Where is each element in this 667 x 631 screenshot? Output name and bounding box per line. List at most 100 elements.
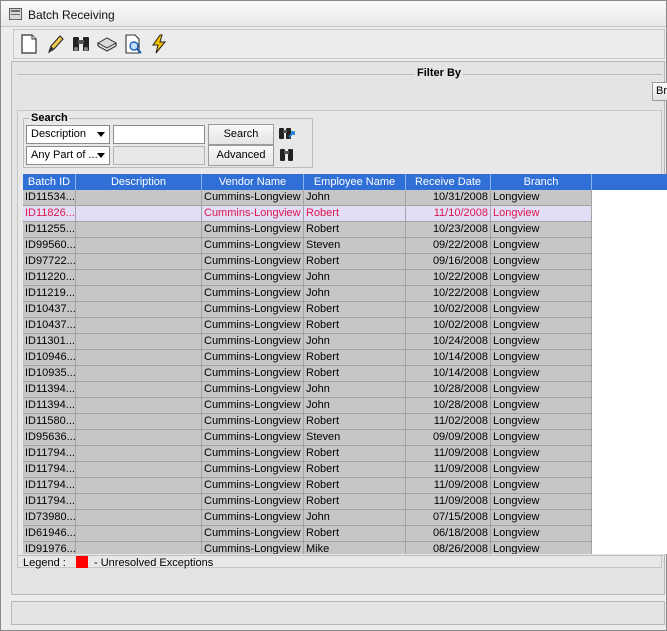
table-row[interactable]: ID11794... Cummins-Longview Robert 11/09/20… — [23, 462, 592, 478]
cell-branch: Longview — [491, 398, 592, 414]
cell-vendor-name: Cummins-Longview — [202, 542, 304, 554]
cell-batch-id: ID11794... — [23, 478, 76, 494]
table-row[interactable]: ID73980... Cummins-Longview John 07/15/2008… — [23, 510, 592, 526]
table-row[interactable]: ID10946... Cummins-Longview Robert 10/14/20… — [23, 350, 592, 366]
cell-vendor-name: Cummins-Longview — [202, 414, 304, 430]
cell-receive-date: 10/22/2008 — [406, 270, 491, 286]
cell-employee-name: John — [304, 286, 406, 302]
cell-description — [76, 478, 202, 494]
cell-branch: Longview — [491, 526, 592, 542]
cell-batch-id: ID91976... — [23, 542, 76, 554]
cell-receive-date: 09/22/2008 — [406, 238, 491, 254]
binoculars-arrow-icon[interactable] — [278, 125, 296, 143]
table-row[interactable]: ID10935... Cummins-Longview Robert 10/14/20… — [23, 366, 592, 382]
cell-batch-id: ID11826... — [23, 206, 76, 222]
receive-stack-icon[interactable] — [96, 33, 118, 55]
cell-receive-date: 10/28/2008 — [406, 398, 491, 414]
cell-branch: Longview — [491, 414, 592, 430]
cell-employee-name: Steven — [304, 238, 406, 254]
column-header-employee-name[interactable]: Employee Name — [304, 174, 406, 190]
table-row[interactable]: ID10437... Cummins-Longview Robert 10/02/20… — [23, 318, 592, 334]
column-header-batch-id[interactable]: Batch ID — [23, 174, 76, 190]
cell-description — [76, 334, 202, 350]
table-row[interactable]: ID97722... Cummins-Longview Robert 09/16/20… — [23, 254, 592, 270]
cell-description — [76, 382, 202, 398]
cell-receive-date: 06/18/2008 — [406, 526, 491, 542]
binoculars-icon[interactable] — [70, 33, 92, 55]
binoculars-icon[interactable] — [278, 146, 296, 164]
toolbar — [13, 29, 665, 59]
cell-branch: Longview — [491, 302, 592, 318]
advanced-button[interactable]: Advanced — [208, 145, 274, 166]
cell-description — [76, 398, 202, 414]
cell-vendor-name: Cummins-Longview — [202, 446, 304, 462]
cell-branch: Longview — [491, 366, 592, 382]
cell-branch: Longview — [491, 462, 592, 478]
table-row[interactable]: ID11394... Cummins-Longview John 10/28/2008… — [23, 398, 592, 414]
cell-batch-id: ID11534... — [23, 190, 76, 206]
cell-receive-date: 11/09/2008 — [406, 494, 491, 510]
cell-receive-date: 10/31/2008 — [406, 190, 491, 206]
cell-batch-id: ID11794... — [23, 494, 76, 510]
cell-receive-date: 10/28/2008 — [406, 382, 491, 398]
cell-description — [76, 270, 202, 286]
cell-description — [76, 286, 202, 302]
cell-vendor-name: Cummins-Longview — [202, 254, 304, 270]
search-field-select[interactable]: Description — [26, 125, 110, 144]
table-row[interactable]: ID11534... Cummins-Longview John 10/31/2008… — [23, 190, 592, 206]
branch-filter-button[interactable]: Br — [652, 82, 667, 101]
cell-description — [76, 446, 202, 462]
cell-batch-id: ID11301... — [23, 334, 76, 350]
lightning-icon[interactable] — [148, 33, 170, 55]
match-mode-select[interactable]: Any Part of ... — [26, 146, 110, 165]
table-row[interactable]: ID10437... Cummins-Longview Robert 10/02/20… — [23, 302, 592, 318]
table-row[interactable]: ID11826... Cummins-Longview Robert 11/10/20… — [23, 206, 592, 222]
batch-grid: Batch ID Description Vendor Name Employe… — [23, 174, 667, 554]
table-row[interactable]: ID11580... Cummins-Longview Robert 11/02/20… — [23, 414, 592, 430]
search-group: Search Description Search Any Part of ..… — [23, 112, 313, 168]
filter-divider — [17, 74, 662, 75]
table-row[interactable]: ID11394... Cummins-Longview John 10/28/2008… — [23, 382, 592, 398]
table-row[interactable]: ID99560... Cummins-Longview Steven 09/22/20… — [23, 238, 592, 254]
cell-batch-id: ID61946... — [23, 526, 76, 542]
cell-description — [76, 542, 202, 554]
column-header-branch[interactable]: Branch — [491, 174, 592, 190]
table-row[interactable]: ID11220... Cummins-Longview John 10/22/2008… — [23, 270, 592, 286]
search-button[interactable]: Search — [208, 124, 274, 145]
cell-branch: Longview — [491, 478, 592, 494]
cell-description — [76, 206, 202, 222]
cell-receive-date: 10/14/2008 — [406, 366, 491, 382]
table-row[interactable]: ID61946... Cummins-Longview Robert 06/18/20… — [23, 526, 592, 542]
column-header-vendor-name[interactable]: Vendor Name — [202, 174, 304, 190]
table-row[interactable]: ID95636... Cummins-Longview Steven 09/09/20… — [23, 430, 592, 446]
table-row[interactable]: ID91976... Cummins-Longview Mike 08/26/2008… — [23, 542, 592, 554]
new-icon[interactable] — [18, 33, 40, 55]
cell-employee-name: Robert — [304, 302, 406, 318]
cell-description — [76, 302, 202, 318]
cell-receive-date: 11/10/2008 — [406, 206, 491, 222]
cell-vendor-name: Cummins-Longview — [202, 350, 304, 366]
column-header-description[interactable]: Description — [76, 174, 202, 190]
table-row[interactable]: ID11255... Cummins-Longview Robert 10/23/20… — [23, 222, 592, 238]
table-row[interactable]: ID11301... Cummins-Longview John 10/24/2008… — [23, 334, 592, 350]
table-row[interactable]: ID11794... Cummins-Longview Robert 11/09/20… — [23, 478, 592, 494]
table-row[interactable]: ID11794... Cummins-Longview Robert 11/09/20… — [23, 446, 592, 462]
table-row[interactable]: ID11794... Cummins-Longview Robert 11/09/20… — [23, 494, 592, 510]
cell-employee-name: John — [304, 510, 406, 526]
cell-receive-date: 10/02/2008 — [406, 302, 491, 318]
cell-employee-name: John — [304, 270, 406, 286]
column-header-receive-date[interactable]: Receive Date — [406, 174, 491, 190]
table-row[interactable]: ID11219... Cummins-Longview John 10/22/2008… — [23, 286, 592, 302]
cell-vendor-name: Cummins-Longview — [202, 302, 304, 318]
print-preview-icon[interactable] — [122, 33, 144, 55]
cell-employee-name: John — [304, 382, 406, 398]
search-input[interactable] — [113, 125, 205, 144]
cell-branch: Longview — [491, 238, 592, 254]
cell-employee-name: Robert — [304, 206, 406, 222]
search-secondary-input — [113, 146, 205, 165]
edit-pencil-icon[interactable] — [44, 33, 66, 55]
cell-receive-date: 09/16/2008 — [406, 254, 491, 270]
cell-description — [76, 366, 202, 382]
cell-description — [76, 222, 202, 238]
cell-branch: Longview — [491, 430, 592, 446]
